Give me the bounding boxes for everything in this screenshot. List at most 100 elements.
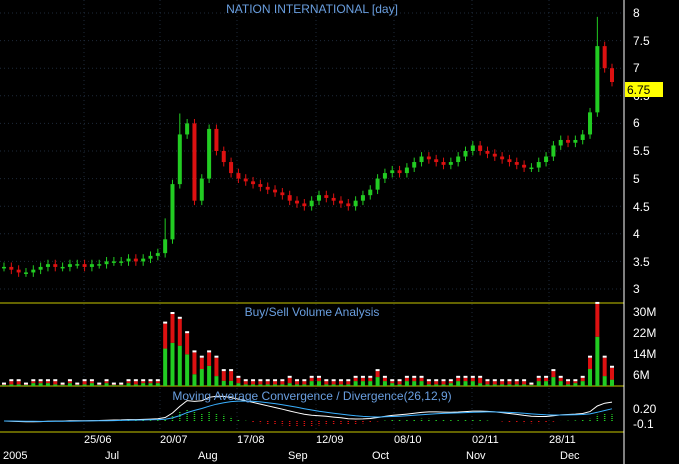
volume-bar-sell [536,377,541,382]
last-price-label: 6.75 [627,83,651,97]
price-tick: 6 [633,116,640,130]
volume-bar-cap [265,379,270,382]
volume-bar-sell [529,384,534,386]
candle-body [221,151,226,163]
candle-body [522,164,527,168]
volume-bar-sell [111,384,116,386]
volume-bar-cap [492,379,497,382]
volume-bar-cap [141,379,146,382]
volume-bar-sell [23,384,28,386]
volume-bar-sell [243,381,248,385]
volume-bar-buy [2,385,6,386]
volume-bar-cap [404,375,409,378]
volume-bar-buy [185,354,190,386]
volume-bar-cap [148,379,153,382]
volume-bar-cap [45,379,50,382]
volume-bar-cap [360,375,365,378]
candle-body [75,264,80,266]
volume-bar-cap [324,379,329,382]
volume-bar-cap [60,382,65,385]
volume-bar-cap [23,382,28,385]
volume-bar-buy [397,384,402,386]
volume-bar-sell [258,381,263,385]
volume-bar-sell [60,384,65,386]
volume-bar-sell [375,371,380,378]
volume-bar-cap [155,379,160,382]
candle-body [185,123,190,135]
volume-bar-sell [45,381,50,384]
volume-bar-buy [199,369,204,386]
candle-body [111,261,116,263]
volume-bar-sell [514,381,519,385]
volume-bar-sell [221,371,226,381]
volume-bar-cap [38,379,43,382]
volume-bar-cap [236,375,241,378]
volume-bar-cap [287,375,292,378]
date-label: 28/11 [549,434,576,446]
volume-bar-sell [207,352,212,366]
volume-bar-cap [214,355,219,358]
volume-bar-buy [448,383,453,386]
candle-body [595,46,600,113]
volume-bar-cap [89,379,94,382]
volume-bar-cap [185,331,190,334]
volume-bar-buy [9,384,14,386]
candle-body [316,195,321,201]
candle-body [258,184,263,187]
candle-body [309,200,314,207]
candle-body [492,153,497,157]
volume-bar-sell [170,314,175,343]
candle-body [573,139,578,143]
candle-body [9,266,14,270]
volume-bar-buy [536,381,541,386]
volume-bar-cap [434,379,439,382]
volume-bar-buy [265,384,270,386]
volume-bar-sell [353,377,358,382]
volume-bar-sell [31,381,36,384]
volume-bar-cap [170,312,175,314]
price-tick: 8 [633,6,640,20]
volume-bar-sell [141,381,146,384]
volume-bar-cap [375,369,380,372]
candle-body [610,68,614,82]
volume-bar-buy [104,383,109,386]
volume-bar-cap [390,379,395,382]
volume-bar-cap [104,379,109,382]
price-tick: 4 [633,227,640,241]
volume-bar-cap [551,369,556,372]
volume-bar-sell [346,381,351,385]
volume-bar-sell [177,318,182,346]
volume-bar-buy [419,381,424,386]
volume-bar-cap [243,379,248,382]
volume-bar-cap [610,365,614,368]
volume-bar-buy [346,384,351,386]
candle-body [280,192,285,196]
volume-bar-buy [229,380,234,386]
volume-bar-sell [390,381,395,384]
volume-bar-buy [295,384,300,386]
volume-bar-sell [338,381,343,385]
volume-bar-buy [251,384,256,386]
month-label: Oct [372,450,389,462]
volume-bar-buy [243,384,248,386]
volume-panel-title: Buy/Sell Volume Analysis [245,305,380,319]
volume-bar-cap [207,350,212,353]
volume-bar-cap [75,382,80,385]
volume-bar-buy [404,381,409,386]
candle-body [273,189,278,193]
volume-bar-buy [133,384,138,386]
volume-bar-sell [75,384,80,386]
volume-bar-cap [353,375,358,378]
volume-bar-buy [23,385,28,386]
volume-bar-sell [360,377,365,382]
volume-bar-cap [566,379,571,382]
stock-chart[interactable]: NATION INTERNATIONAL [day] Buy/Sell Volu… [0,0,679,464]
volume-bar-buy [75,385,80,386]
date-label: 08/10 [394,434,422,446]
volume-bar-buy [544,381,549,386]
chart-window: NATION INTERNATIONAL [day] Buy/Sell Volu… [0,0,679,464]
volume-bar-cap [199,355,204,358]
volume-bar-buy [382,381,387,386]
volume-bar-buy [53,384,58,386]
candle-body [558,139,563,146]
